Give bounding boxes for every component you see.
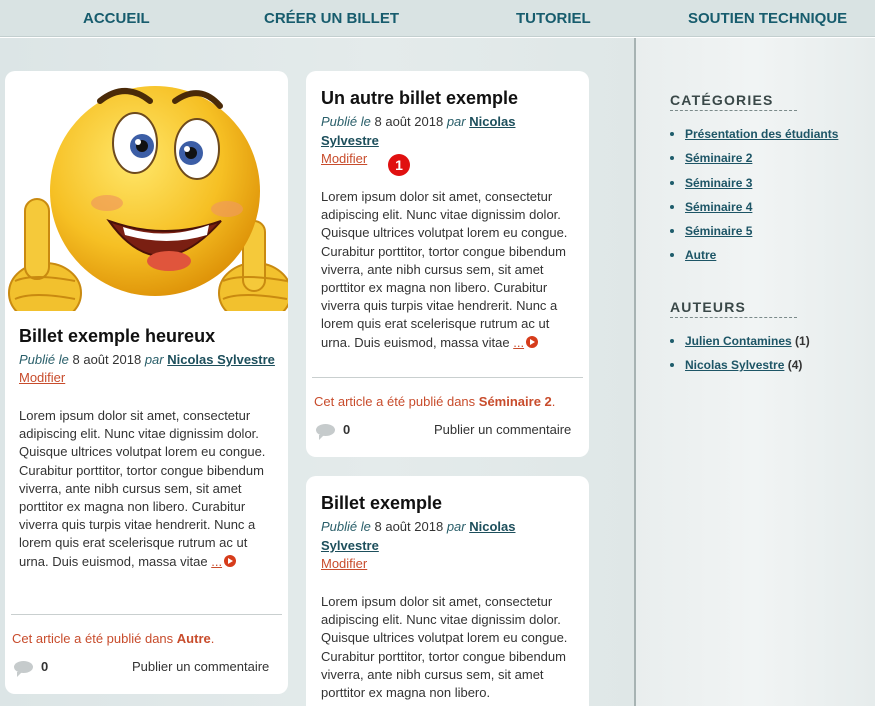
author-link[interactable]: Nicolas Sylvestre xyxy=(685,358,784,372)
category-link[interactable]: Séminaire 2 xyxy=(479,394,552,409)
category-link[interactable]: Autre xyxy=(177,631,211,646)
author-item: Nicolas Sylvestre (4) xyxy=(670,353,810,377)
post-comment-link[interactable]: Publier un commentaire xyxy=(434,422,571,437)
excerpt-text: Lorem ipsum dolor sit amet, consectetur … xyxy=(321,594,568,701)
post-excerpt: Lorem ipsum dolor sit amet, consectetur … xyxy=(321,188,576,352)
post-excerpt: Lorem ipsum dolor sit amet, consectetur … xyxy=(19,407,274,571)
comment-count: 0 xyxy=(343,422,351,437)
post-card-1: Billet exemple heureux Publié le 8 août … xyxy=(5,71,288,694)
comment-bubble-icon xyxy=(316,424,335,440)
category-item: Séminaire 5 xyxy=(670,219,838,243)
category-item: Autre xyxy=(670,243,838,267)
nav-creer-billet[interactable]: CRÉER UN BILLET xyxy=(264,10,399,27)
nav-soutien-technique[interactable]: SOUTIEN TECHNIQUE xyxy=(688,10,847,27)
category-item: Séminaire 2 xyxy=(670,146,838,170)
author-link[interactable]: Julien Contamines xyxy=(685,334,792,348)
edit-link[interactable]: Modifier xyxy=(321,150,581,168)
post-date: 8 août 2018 xyxy=(374,114,444,129)
post-title[interactable]: Billet exemple xyxy=(321,492,581,514)
divider-line xyxy=(11,614,282,615)
author-link[interactable]: Nicolas Sylvestre xyxy=(167,352,275,367)
post-title[interactable]: Billet exemple heureux xyxy=(19,325,280,347)
excerpt-text: Lorem ipsum dolor sit amet, consectetur … xyxy=(19,408,266,569)
by-label: par xyxy=(446,519,466,534)
published-prefix: Publié le xyxy=(321,519,371,534)
category-link[interactable]: Séminaire 2 xyxy=(685,151,752,165)
by-label: par xyxy=(446,114,466,129)
post-date: 8 août 2018 xyxy=(374,519,444,534)
category-link[interactable]: Présentation des étudiants xyxy=(685,127,838,141)
read-more-link[interactable]: ... xyxy=(211,554,222,569)
categories-heading: CATÉGORIES xyxy=(670,92,797,111)
category-item: Séminaire 3 xyxy=(670,171,838,195)
category-link[interactable]: Séminaire 3 xyxy=(685,176,752,190)
author-count: (1) xyxy=(795,334,810,348)
post-date: 8 août 2018 xyxy=(72,352,142,367)
authors-heading: AUTEURS xyxy=(670,299,797,318)
published-prefix: Publié le xyxy=(321,114,371,129)
post-meta: Publié le 8 août 2018 par Nicolas Sylves… xyxy=(321,517,561,555)
post-title[interactable]: Un autre billet exemple xyxy=(321,87,581,109)
thumbs-up-smiley-image[interactable] xyxy=(5,71,288,311)
category-item: Présentation des étudiants xyxy=(670,122,838,146)
published-prefix: Publié le xyxy=(19,352,69,367)
categories-list: Présentation des étudiants Séminaire 2 S… xyxy=(670,122,838,268)
edit-link[interactable]: Modifier xyxy=(19,369,280,387)
play-arrow-icon[interactable] xyxy=(224,554,237,567)
post-comment-link[interactable]: Publier un commentaire xyxy=(132,659,269,674)
author-count: (4) xyxy=(787,358,803,373)
post-meta: Publié le 8 août 2018 par Nicolas Sylves… xyxy=(321,112,561,150)
category-link[interactable]: Séminaire 5 xyxy=(685,224,752,238)
comment-count: 0 xyxy=(41,659,49,674)
post-card-3: Billet exemple Publié le 8 août 2018 par… xyxy=(306,476,589,706)
divider-line xyxy=(312,377,583,378)
category-item: Séminaire 4 xyxy=(670,195,838,219)
published-in: Cet article a été publié dans Séminaire … xyxy=(314,394,556,409)
category-link[interactable]: Autre xyxy=(685,248,716,262)
post-excerpt: Lorem ipsum dolor sit amet, consectetur … xyxy=(321,593,576,702)
post-meta: Publié le 8 août 2018 par Nicolas Sylves… xyxy=(19,350,280,369)
by-label: par xyxy=(144,352,164,367)
nav-tutoriel[interactable]: TUTORIEL xyxy=(516,10,591,27)
annotation-badge: 1 xyxy=(388,154,410,176)
play-arrow-icon[interactable] xyxy=(526,335,539,348)
excerpt-text: Lorem ipsum dolor sit amet, consectetur … xyxy=(321,189,568,350)
authors-list: Julien Contamines (1) Nicolas Sylvestre … xyxy=(670,329,810,378)
category-link[interactable]: Séminaire 4 xyxy=(685,200,752,214)
post-card-2: Un autre billet exemple Publié le 8 août… xyxy=(306,71,589,457)
published-in: Cet article a été publié dans Autre. xyxy=(12,631,215,646)
author-item: Julien Contamines (1) xyxy=(670,329,810,353)
comment-bubble-icon xyxy=(14,661,33,677)
read-more-link[interactable]: ... xyxy=(513,335,524,350)
nav-accueil[interactable]: ACCUEIL xyxy=(83,10,150,27)
top-navigation: ACCUEIL CRÉER UN BILLET TUTORIEL SOUTIEN… xyxy=(0,0,875,37)
edit-link[interactable]: Modifier xyxy=(321,555,581,573)
